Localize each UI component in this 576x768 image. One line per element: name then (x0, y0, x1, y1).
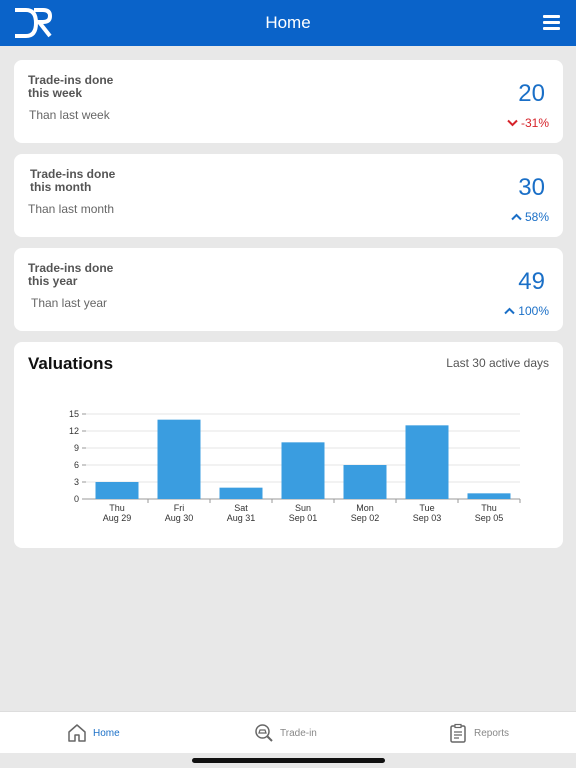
x-tick-label-date: Sep 05 (475, 513, 504, 523)
x-tick-label-day: Mon (356, 503, 374, 513)
x-tick-label-date: Sep 03 (413, 513, 442, 523)
y-tick-label: 12 (69, 426, 79, 436)
top-bar: Home (0, 0, 576, 46)
stat-card-year: Trade-ins done this year Than last year 4… (14, 248, 563, 331)
y-tick-label: 9 (74, 443, 79, 453)
x-tick-label-date: Sep 02 (351, 513, 380, 523)
bar (281, 442, 325, 499)
stat-label: Trade-ins done this year (28, 261, 114, 288)
chevron-up-icon (511, 213, 522, 221)
stat-card-week: Trade-ins done this week Than last week 2… (14, 60, 563, 143)
car-search-icon (255, 724, 273, 742)
valuations-title: Valuations (28, 354, 114, 373)
x-tick-label-date: Aug 31 (227, 513, 256, 523)
valuations-bar-chart: 03691215ThuAug 29FriAug 30SatAug 31SunSe… (69, 409, 521, 523)
tab-trade-in-label: Trade-in (280, 727, 317, 739)
x-tick-label-day: Sat (234, 503, 248, 513)
x-tick-label-day: Thu (481, 503, 497, 513)
stat-label: Trade-ins done this week (28, 73, 114, 100)
home-icon (68, 724, 86, 742)
bar (95, 482, 139, 499)
bar (467, 493, 511, 499)
hamburger-menu-icon[interactable] (542, 13, 562, 33)
home-indicator (192, 758, 385, 763)
stat-change-value: 100% (518, 304, 549, 318)
stat-sub: Than last week (29, 108, 110, 122)
bar (219, 487, 263, 499)
y-tick-label: 6 (74, 460, 79, 470)
x-tick-label-day: Thu (109, 503, 125, 513)
stat-label: Trade-ins done this month (30, 167, 116, 194)
x-tick-label-day: Fri (174, 503, 185, 513)
stat-card-month: Trade-ins done this month Than last month… (14, 154, 563, 237)
y-tick-label: 15 (69, 409, 79, 419)
bar (405, 425, 449, 499)
stat-change: -31% (507, 116, 549, 130)
bar (157, 419, 201, 499)
x-tick-label-day: Tue (419, 503, 434, 513)
valuations-card: Valuations Last 30 active days 0 3 6 9 12 15 T… (14, 342, 563, 548)
stat-change: 58% (511, 210, 549, 224)
stat-change-value: -31% (520, 116, 549, 130)
stat-value: 20 (518, 80, 545, 107)
x-tick-label-date: Aug 30 (165, 513, 194, 523)
stat-value: 30 (518, 174, 545, 201)
clipboard-icon (450, 723, 466, 743)
tab-reports-label: Reports (474, 727, 510, 739)
x-tick-label-date: Aug 29 (103, 513, 132, 523)
tab-trade-in[interactable]: Trade-in (254, 712, 317, 754)
stat-change-value: 58% (524, 210, 549, 224)
tab-reports[interactable]: Reports (448, 712, 509, 754)
chevron-up-icon (504, 307, 516, 315)
stat-change: 100% (504, 304, 549, 318)
stat-sub: Than last year (31, 296, 108, 310)
chevron-down-icon (507, 119, 518, 127)
x-tick-label-date: Sep 01 (289, 513, 318, 523)
y-tick-label: 3 (74, 477, 79, 487)
tab-home[interactable]: Home (67, 712, 120, 754)
valuations-range: Last 30 active days (446, 356, 549, 370)
y-tick-label: 0 (74, 494, 79, 504)
bottom-tab-bar: Home Trade-in Reports (0, 711, 576, 753)
tab-home-label: Home (93, 727, 120, 739)
stat-sub: Than last month (28, 202, 115, 216)
bar (343, 465, 387, 499)
x-tick-label-day: Sun (295, 503, 311, 513)
page-title: Home (265, 13, 311, 32)
stat-value: 49 (518, 268, 545, 295)
